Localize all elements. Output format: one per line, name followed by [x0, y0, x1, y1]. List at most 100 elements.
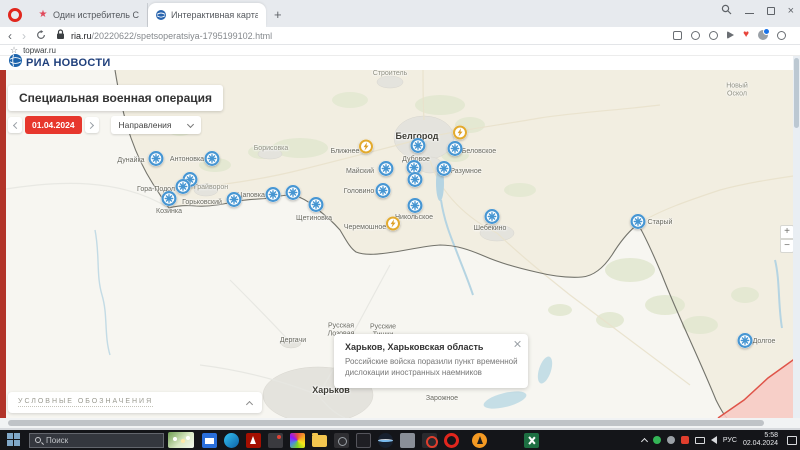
camera-app-icon[interactable]	[334, 433, 349, 448]
edge-app-icon[interactable]	[224, 433, 239, 448]
taskbar-icons	[202, 433, 539, 448]
strike-marker[interactable]	[436, 160, 453, 182]
tray-red-icon[interactable]	[681, 436, 689, 444]
volume-icon[interactable]	[711, 436, 717, 444]
minimize-button[interactable]	[745, 8, 754, 14]
map-zoom-out-button[interactable]: −	[780, 239, 794, 253]
site-header: РИА НОВОСТИ	[0, 56, 800, 70]
address-bar: ‹ › ria.ru/20220622/spetsoperatsiya-1795…	[0, 27, 800, 45]
new-tab-button[interactable]: +	[274, 7, 282, 22]
clock[interactable]: 5:58 02.04.2024	[743, 432, 778, 448]
prev-date-button[interactable]	[8, 117, 22, 133]
extension-icon[interactable]	[777, 31, 786, 40]
restore-button[interactable]	[767, 7, 775, 15]
strike-marker[interactable]	[407, 171, 424, 193]
extension-icon[interactable]	[709, 31, 718, 40]
mail-app-icon[interactable]	[202, 433, 217, 448]
recorder-app-icon[interactable]	[422, 433, 437, 448]
horizontal-scrollbar[interactable]	[0, 418, 800, 428]
strike-marker[interactable]	[308, 196, 325, 218]
strike-marker[interactable]	[484, 208, 501, 230]
bookmark-item[interactable]: topwar.ru	[23, 46, 56, 55]
search-placeholder: Поиск	[46, 436, 68, 445]
legend-panel[interactable]: УСЛОВНЫЕ ОБОЗНАЧЕНИЯ	[8, 392, 262, 413]
tooltip-title: Харьков, Харьковская область	[345, 342, 519, 352]
strike-marker[interactable]	[630, 213, 647, 235]
excel-app-icon[interactable]	[524, 433, 539, 448]
vertical-scrollbar-thumb[interactable]	[794, 58, 799, 128]
start-button[interactable]	[7, 433, 21, 447]
tab-search-icon[interactable]	[721, 4, 732, 18]
browser-tab-1[interactable]: ★ Один истребитель Су-27	[30, 3, 148, 27]
explorer-app-icon[interactable]	[312, 435, 327, 447]
steam-app-icon[interactable]	[378, 433, 393, 448]
strike-marker[interactable]	[375, 182, 392, 204]
close-button[interactable]: ×	[788, 6, 794, 17]
tv-app-icon[interactable]	[356, 433, 371, 448]
back-icon[interactable]: ‹	[8, 30, 12, 42]
tooltip-close-icon[interactable]	[513, 340, 521, 348]
directions-dropdown[interactable]: Направления	[111, 116, 201, 134]
strike-marker[interactable]	[737, 332, 754, 354]
strike-marker[interactable]	[204, 150, 221, 172]
url-text[interactable]: ria.ru/20220622/spetsoperatsiya-17951991…	[71, 31, 272, 41]
windows-taskbar: Поиск РУС 5:58	[0, 430, 800, 450]
shelling-marker[interactable]	[452, 125, 468, 146]
shelling-marker[interactable]	[385, 216, 401, 237]
extension-icon[interactable]	[673, 31, 682, 40]
notification-center-icon[interactable]	[787, 436, 797, 445]
shelling-marker[interactable]	[358, 139, 374, 160]
date-navigation: 01.04.2024 Направления	[8, 116, 201, 134]
strike-marker[interactable]	[265, 186, 282, 208]
taskbar-search[interactable]: Поиск	[29, 433, 164, 448]
forward-icon[interactable]: ›	[22, 30, 26, 42]
strike-marker[interactable]	[148, 150, 165, 172]
app-icon[interactable]	[400, 433, 415, 448]
chevron-down-icon	[187, 120, 194, 127]
vertical-scrollbar[interactable]	[793, 56, 800, 418]
map-zoom-in-button[interactable]: +	[780, 225, 794, 239]
legend-label: УСЛОВНЫЕ ОБОЗНАЧЕНИЯ	[18, 398, 153, 407]
app-icon[interactable]	[268, 433, 283, 448]
lock-icon[interactable]	[56, 27, 65, 45]
strike-marker[interactable]	[285, 184, 302, 206]
tab-title: Один истребитель Су-27	[53, 10, 139, 20]
extension-icon[interactable]	[691, 31, 700, 40]
tray-grey-icon[interactable]	[667, 436, 675, 444]
search-icon	[35, 437, 41, 443]
next-date-button[interactable]	[85, 117, 99, 133]
map-tooltip: Харьков, Харьковская область Российские …	[334, 334, 528, 388]
browser-tab-2-active[interactable]: Интерактивная карта сп	[148, 3, 266, 27]
tray-chevron-up-icon[interactable]	[641, 437, 648, 444]
language-indicator[interactable]: РУС	[723, 437, 737, 444]
strike-marker[interactable]	[378, 160, 395, 182]
strike-marker[interactable]	[410, 137, 427, 159]
chevron-up-icon	[246, 400, 253, 407]
play-extension-icon[interactable]	[727, 31, 734, 39]
site-brand[interactable]: РИА НОВОСТИ	[26, 57, 111, 69]
tray-time: 5:58	[764, 432, 778, 439]
bookmarks-bar: ☆ topwar.ru	[0, 45, 800, 56]
globe-favicon-icon	[156, 10, 166, 20]
strike-marker[interactable]	[407, 197, 424, 219]
reload-icon[interactable]	[36, 30, 46, 42]
opera-menu-icon[interactable]	[8, 8, 22, 22]
date-badge[interactable]: 01.04.2024	[25, 116, 82, 134]
tray-green-icon[interactable]	[653, 436, 661, 444]
profile-icon[interactable]	[758, 30, 768, 40]
horizontal-scrollbar-thumb[interactable]	[8, 420, 764, 426]
avast-app-icon[interactable]	[472, 433, 487, 448]
strike-marker[interactable]	[226, 191, 243, 213]
chevron-left-icon	[12, 121, 19, 128]
tooltip-body: Российские войска поразили пункт временн…	[345, 357, 519, 379]
map-title: Специальная военная операция	[8, 85, 223, 111]
opera-app-icon[interactable]	[444, 433, 459, 448]
adobe-app-icon[interactable]	[246, 433, 261, 448]
strike-marker[interactable]	[161, 190, 178, 212]
ria-logo-icon[interactable]	[9, 54, 22, 72]
photos-app-icon[interactable]	[290, 433, 305, 448]
favorites-heart-icon[interactable]: ♥	[743, 30, 749, 40]
news-widget[interactable]	[168, 432, 194, 448]
map-canvas[interactable]: ДунайкаАнтоновкаГора-ПодолКозинкаГорьков…	[0, 70, 800, 418]
network-icon[interactable]	[695, 437, 705, 444]
